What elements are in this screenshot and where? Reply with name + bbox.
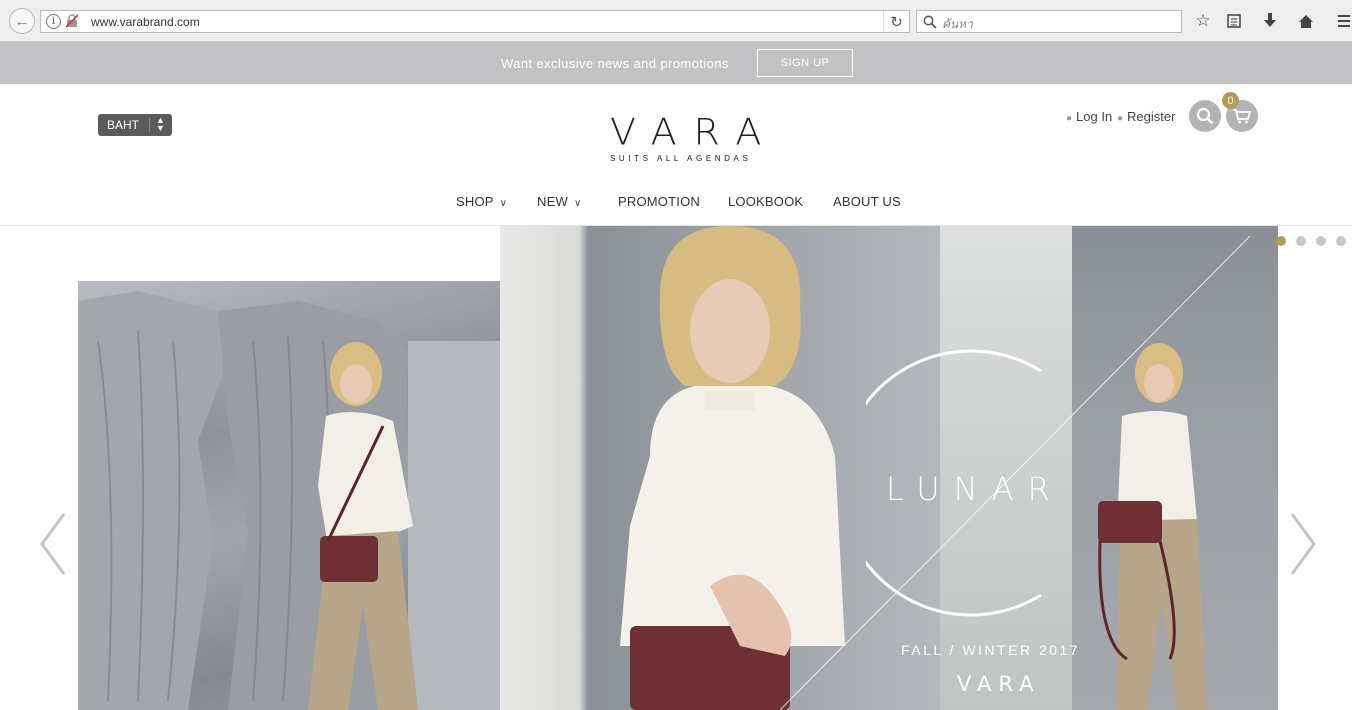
- register-label: Register: [1127, 109, 1176, 124]
- nav-shop[interactable]: SHOP ∨: [456, 194, 507, 209]
- reading-list-icon[interactable]: [1224, 11, 1244, 31]
- collection-title: LUNAR: [886, 470, 1064, 508]
- nav-new-label: NEW: [537, 194, 568, 209]
- nav-promotion[interactable]: PROMOTION: [618, 194, 700, 209]
- bullet-icon: ●: [1066, 113, 1073, 124]
- brand-logo[interactable]: VARA SUITS ALL AGENDAS: [610, 111, 779, 163]
- nav-about-us[interactable]: ABOUT US: [833, 194, 901, 209]
- nav-lookbook[interactable]: LOOKBOOK: [728, 194, 803, 209]
- cart-count-badge: 0: [1222, 92, 1239, 109]
- site-search-button[interactable]: [1189, 100, 1221, 132]
- logo-tagline: SUITS ALL AGENDAS: [610, 154, 752, 163]
- search-icon: [923, 15, 937, 29]
- hero-slider: [0, 226, 1352, 710]
- logo-word: VARA: [610, 111, 779, 153]
- home-icon[interactable]: [1296, 11, 1316, 31]
- search-icon: [1196, 107, 1214, 125]
- chevron-left-icon[interactable]: [38, 512, 68, 576]
- hero-brand-logo: VARA: [957, 672, 1041, 696]
- currency-divider: [149, 118, 150, 132]
- slider-pagination: [1276, 236, 1346, 246]
- model-figure-left: [308, 342, 418, 710]
- cart-icon: [1233, 109, 1252, 124]
- chevron-right-icon[interactable]: [1288, 512, 1318, 576]
- slide-dot[interactable]: [1316, 236, 1326, 246]
- hero-photo-left: [78, 281, 500, 710]
- nav-new[interactable]: NEW ∨: [537, 194, 581, 209]
- register-link[interactable]: ● Register: [1117, 109, 1175, 124]
- browser-toolbar: ← i www.varabrand.com ↻ ค้นหา ☆: [0, 0, 1352, 42]
- chevron-down-icon: ∨: [573, 198, 582, 209]
- signup-button[interactable]: SIGN UP: [757, 49, 853, 77]
- currency-label: BAHT: [107, 118, 140, 132]
- back-button[interactable]: ←: [9, 8, 35, 34]
- slide-dot[interactable]: [1296, 236, 1306, 246]
- browser-search-input[interactable]: ค้นหา: [916, 10, 1182, 33]
- download-icon[interactable]: [1260, 11, 1280, 31]
- bullet-icon: ●: [1117, 113, 1124, 124]
- slide-dot[interactable]: [1336, 236, 1346, 246]
- info-icon[interactable]: i: [46, 14, 61, 29]
- chevron-down-icon: ∨: [499, 198, 508, 209]
- search-placeholder: ค้นหา: [942, 17, 973, 31]
- login-link[interactable]: ● Log In: [1066, 109, 1112, 124]
- reload-icon[interactable]: ↻: [883, 11, 909, 32]
- promo-bar: Want exclusive news and promotions SIGN …: [0, 42, 1352, 84]
- select-arrows-icon: ▲ ▼: [156, 115, 165, 133]
- url-text[interactable]: www.varabrand.com: [91, 15, 200, 29]
- menu-icon[interactable]: [1334, 11, 1352, 31]
- currency-select[interactable]: BAHT ▲ ▼: [98, 114, 172, 136]
- address-bar[interactable]: i www.varabrand.com ↻: [40, 10, 910, 33]
- promo-text: Want exclusive news and promotions: [501, 56, 729, 71]
- login-label: Log In: [1076, 109, 1113, 124]
- site-header: BAHT ▲ ▼ VARA SUITS ALL AGENDAS ● Log In ●…: [0, 84, 1352, 226]
- season-label: FALL / WINTER 2017: [901, 642, 1081, 658]
- back-arrow-icon: ←: [14, 12, 30, 30]
- lock-icon[interactable]: [66, 14, 78, 28]
- star-icon[interactable]: ☆: [1193, 11, 1213, 31]
- slide-dot[interactable]: [1276, 236, 1286, 246]
- nav-shop-label: SHOP: [456, 194, 494, 209]
